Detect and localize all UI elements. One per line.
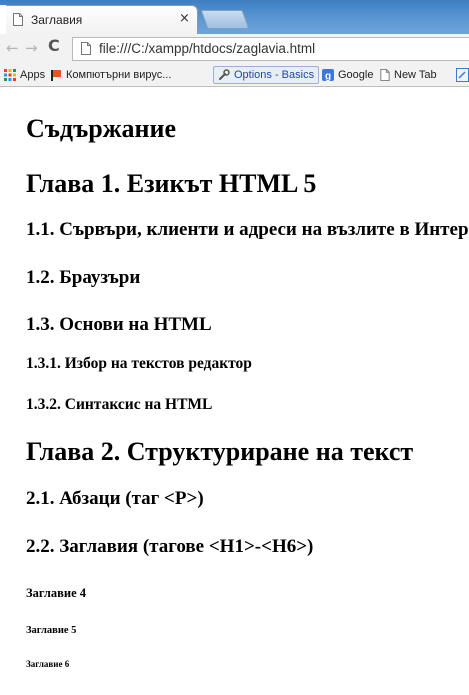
heading-1-1: 1.1. Сървъри, клиенти и адреси на възлит… xyxy=(26,219,469,240)
heading-2-1: 2.1. Абзаци (таг <P>) xyxy=(26,488,204,509)
url-text[interactable]: file:///C:/xampp/htdocs/zaglavia.html xyxy=(99,41,315,56)
bookmark-label: Компютърни вирус... xyxy=(66,69,172,81)
svg-text:g: g xyxy=(325,71,331,81)
address-bar[interactable]: file:///C:/xampp/htdocs/zaglavia.html xyxy=(72,37,469,61)
heading-contents: Съдържание xyxy=(26,114,177,143)
bookmark-label: Options - Basics xyxy=(234,69,315,81)
heading-2-2: 2.2. Заглавия (тагове <H1>-<H6>) xyxy=(26,536,314,557)
page-icon xyxy=(81,42,91,55)
bookmark-overflow-icon xyxy=(456,68,469,82)
heading-1-3-1: 1.3.1. Избор на текстов редактор xyxy=(26,355,252,372)
bookmark-label: Apps xyxy=(20,69,46,81)
tab-strip: Заглавия × xyxy=(0,0,469,36)
heading-level-4: Заглавие 4 xyxy=(26,586,87,600)
page-icon xyxy=(380,69,390,81)
forward-arrow-icon[interactable]: → xyxy=(25,40,38,56)
close-icon[interactable]: × xyxy=(179,11,190,27)
bookmark-overflow[interactable] xyxy=(456,68,469,84)
bookmark-label: Google xyxy=(338,69,374,81)
heading-1-3: 1.3. Основи на HTML xyxy=(26,314,212,335)
heading-chapter-2: Глава 2. Структуриране на текст xyxy=(26,437,414,466)
bookmark-google[interactable]: g Google xyxy=(322,67,373,83)
heading-1-2: 1.2. Браузъри xyxy=(26,267,141,288)
reload-icon[interactable]: C xyxy=(48,38,60,54)
heading-level-6: Заглавие 6 xyxy=(26,659,70,669)
flag-icon xyxy=(51,70,61,81)
wrench-icon xyxy=(219,69,230,80)
bookmark-label: New Tab xyxy=(394,69,437,81)
google-icon: g xyxy=(322,69,334,81)
page-content: Съдържание Глава 1. Езикът HTML 5 1.1. С… xyxy=(0,87,469,695)
toolbar: ← → C file:///C:/xampp/htdocs/zaglavia.h… xyxy=(0,34,469,64)
bookmark-computer-viruses[interactable]: Компютърни вирус... xyxy=(50,67,171,83)
bookmark-new-tab[interactable]: New Tab xyxy=(380,67,437,83)
page-icon xyxy=(13,13,23,26)
bookmarks-bar: Apps Компютърни вирус... Options - Basic… xyxy=(0,64,469,87)
bookmark-apps[interactable]: Apps xyxy=(4,67,45,83)
bookmark-options-basics[interactable]: Options - Basics xyxy=(213,66,320,84)
browser-window: Заглавия × ← → C file:///C:/xampp/htdocs… xyxy=(0,0,469,695)
tab-zaglavia[interactable]: Заглавия × xyxy=(0,5,198,36)
back-arrow-icon[interactable]: ← xyxy=(6,40,19,56)
heading-level-5: Заглавие 5 xyxy=(26,625,77,636)
heading-1-3-2: 1.3.2. Синтаксис на HTML xyxy=(26,396,213,413)
apps-grid-icon xyxy=(4,69,16,81)
tab-title: Заглавия xyxy=(31,13,83,27)
new-tab-button[interactable] xyxy=(200,10,250,29)
heading-chapter-1: Глава 1. Езикът HTML 5 xyxy=(26,169,317,198)
